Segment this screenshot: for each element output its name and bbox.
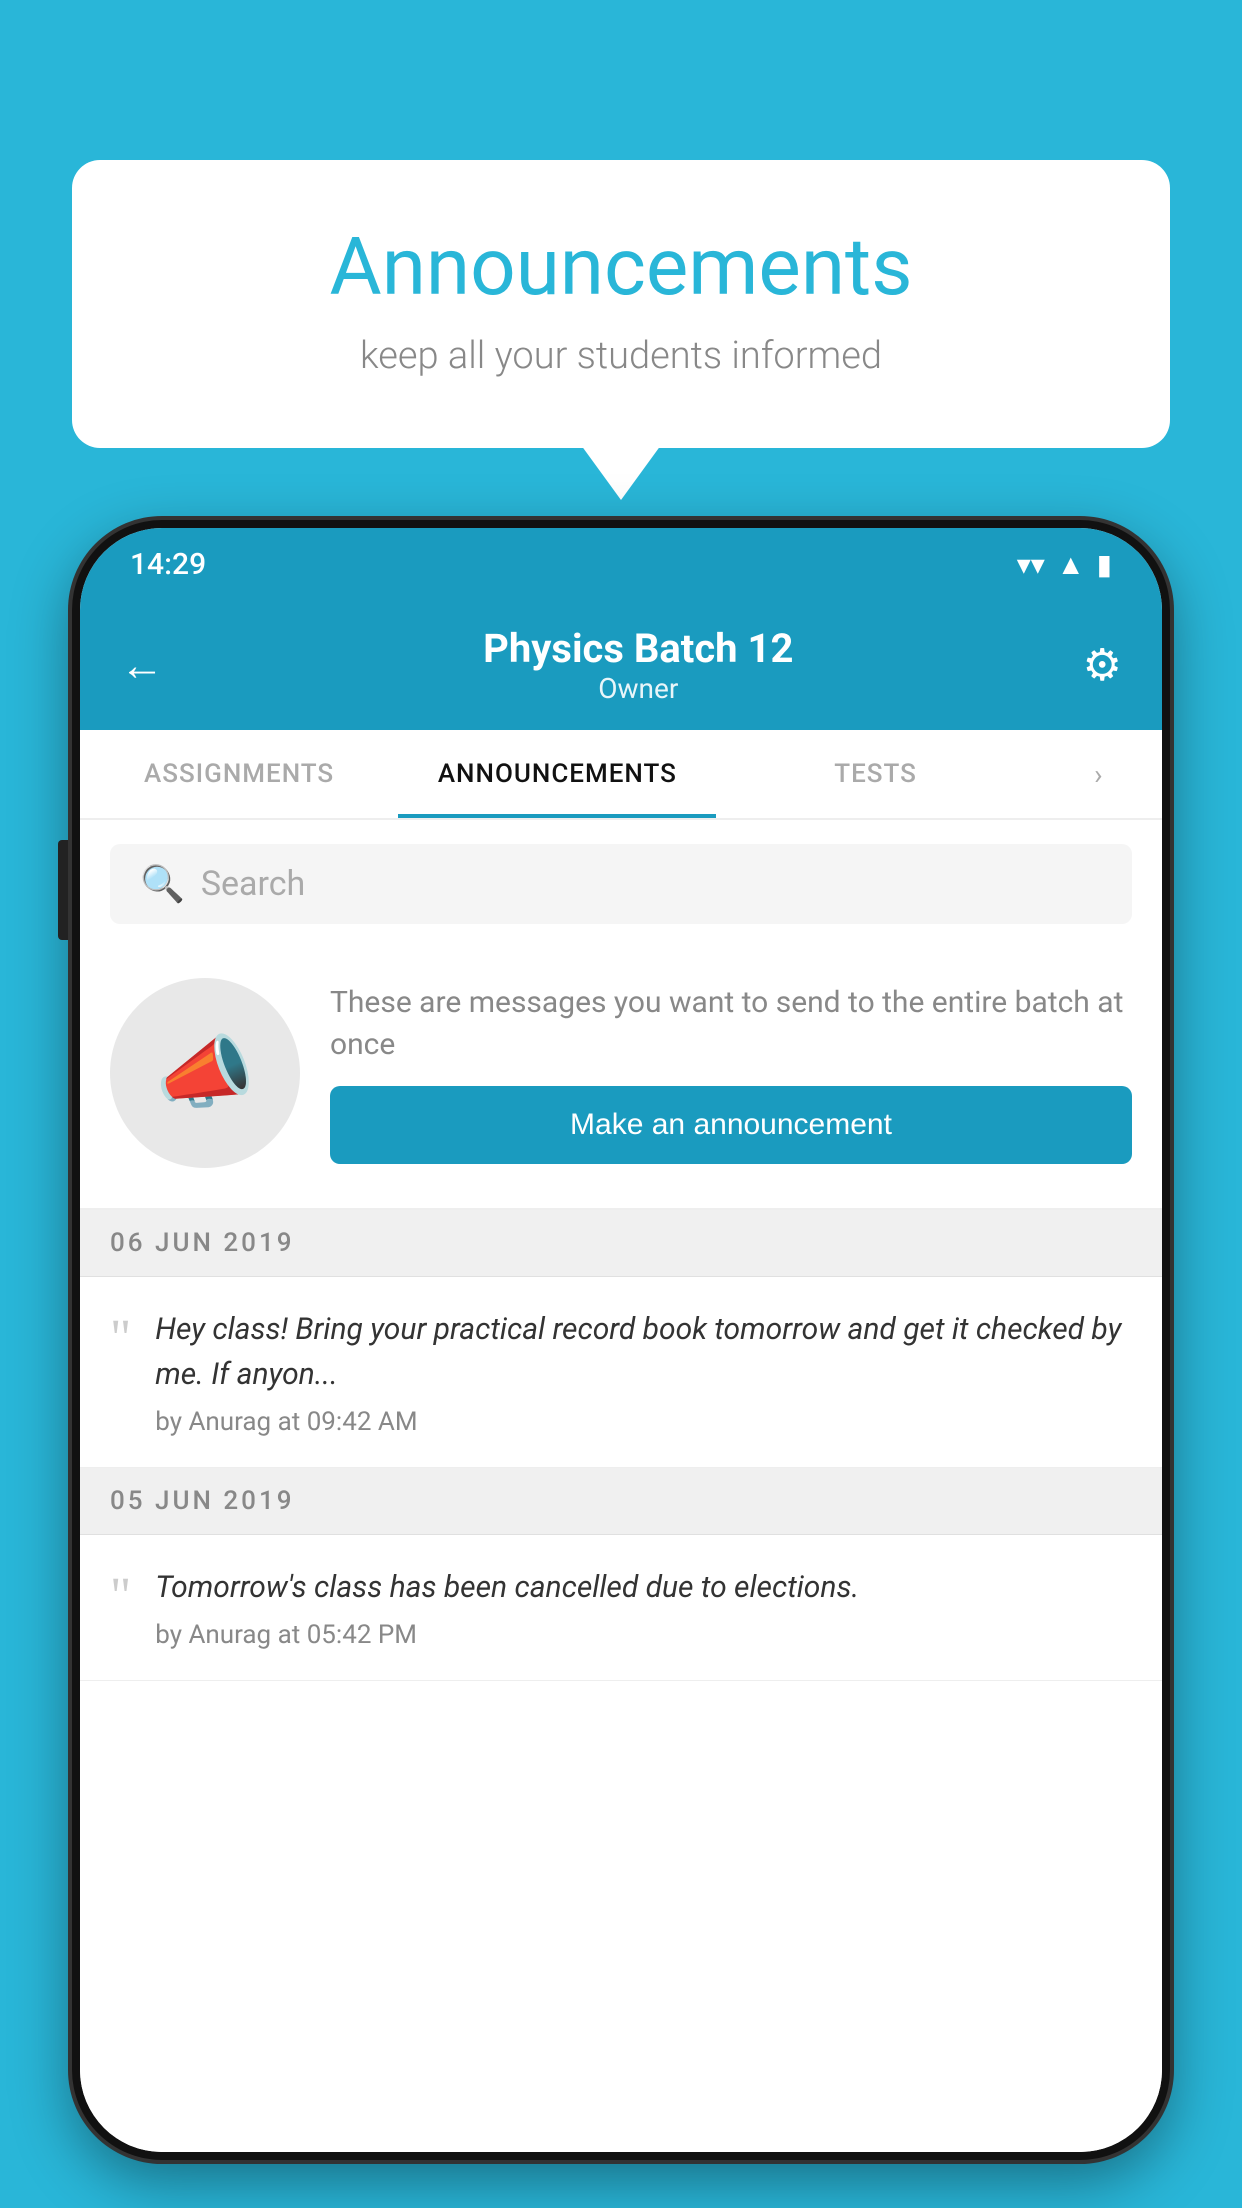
app-bar-title-section: Physics Batch 12 Owner bbox=[194, 625, 1083, 705]
search-placeholder: Search bbox=[201, 864, 305, 904]
search-icon: 🔍 bbox=[140, 863, 185, 905]
battery-icon: ▮ bbox=[1097, 548, 1112, 581]
tab-tests[interactable]: TESTS bbox=[716, 730, 1034, 818]
tab-more[interactable]: › bbox=[1035, 730, 1162, 818]
search-bar[interactable]: 🔍 Search bbox=[110, 844, 1132, 924]
bubble-title: Announcements bbox=[152, 220, 1090, 314]
status-bar: 14:29 ▾▾ ▲ ▮ bbox=[80, 528, 1162, 600]
quote-icon-2: " bbox=[110, 1571, 131, 1623]
status-time: 14:29 bbox=[130, 547, 206, 582]
app-bar: ← Physics Batch 12 Owner ⚙ bbox=[80, 600, 1162, 730]
megaphone-icon: 📣 bbox=[155, 1026, 255, 1120]
app-bar-title: Physics Batch 12 bbox=[194, 625, 1083, 672]
announcement-text-1: Hey class! Bring your practical record b… bbox=[155, 1307, 1132, 1397]
app-bar-subtitle: Owner bbox=[194, 672, 1083, 705]
search-container: 🔍 Search bbox=[80, 820, 1162, 948]
back-button[interactable]: ← bbox=[120, 639, 164, 691]
tab-announcements[interactable]: ANNOUNCEMENTS bbox=[398, 730, 716, 818]
announcement-meta-1: by Anurag at 09:42 AM bbox=[155, 1407, 1132, 1437]
make-announcement-button[interactable]: Make an announcement bbox=[330, 1086, 1132, 1164]
signal-icon: ▲ bbox=[1057, 548, 1085, 581]
announcement-text-2: Tomorrow's class has been cancelled due … bbox=[155, 1565, 1132, 1610]
announcement-meta-2: by Anurag at 05:42 PM bbox=[155, 1620, 1132, 1650]
date-separator-1: 06 JUN 2019 bbox=[80, 1210, 1162, 1277]
promo-area: 📣 These are messages you want to send to… bbox=[80, 948, 1162, 1210]
phone-wrapper: 14:29 ▾▾ ▲ ▮ ← Physics Batch 12 Owner ⚙ bbox=[72, 520, 1170, 2208]
promo-description: These are messages you want to send to t… bbox=[330, 982, 1132, 1066]
promo-right: These are messages you want to send to t… bbox=[330, 982, 1132, 1164]
phone-content: 🔍 Search 📣 These are messages you want t… bbox=[80, 820, 1162, 2152]
announcement-item-2[interactable]: " Tomorrow's class has been cancelled du… bbox=[80, 1535, 1162, 1681]
announcement-item-1[interactable]: " Hey class! Bring your practical record… bbox=[80, 1277, 1162, 1468]
status-icons: ▾▾ ▲ ▮ bbox=[1017, 548, 1112, 581]
tab-bar: ASSIGNMENTS ANNOUNCEMENTS TESTS › bbox=[80, 730, 1162, 820]
speech-bubble-wrapper: Announcements keep all your students inf… bbox=[72, 160, 1170, 448]
tab-assignments[interactable]: ASSIGNMENTS bbox=[80, 730, 398, 818]
quote-icon-1: " bbox=[110, 1313, 131, 1365]
announcement-body-1: Hey class! Bring your practical record b… bbox=[155, 1307, 1132, 1437]
announcement-body-2: Tomorrow's class has been cancelled due … bbox=[155, 1565, 1132, 1650]
speech-bubble: Announcements keep all your students inf… bbox=[72, 160, 1170, 448]
settings-button[interactable]: ⚙ bbox=[1083, 639, 1122, 691]
phone-device: 14:29 ▾▾ ▲ ▮ ← Physics Batch 12 Owner ⚙ bbox=[72, 520, 1170, 2160]
promo-icon-circle: 📣 bbox=[110, 978, 300, 1168]
bubble-subtitle: keep all your students informed bbox=[152, 334, 1090, 378]
phone-screen: 14:29 ▾▾ ▲ ▮ ← Physics Batch 12 Owner ⚙ bbox=[80, 528, 1162, 2152]
wifi-icon: ▾▾ bbox=[1017, 548, 1045, 581]
date-separator-2: 05 JUN 2019 bbox=[80, 1468, 1162, 1535]
